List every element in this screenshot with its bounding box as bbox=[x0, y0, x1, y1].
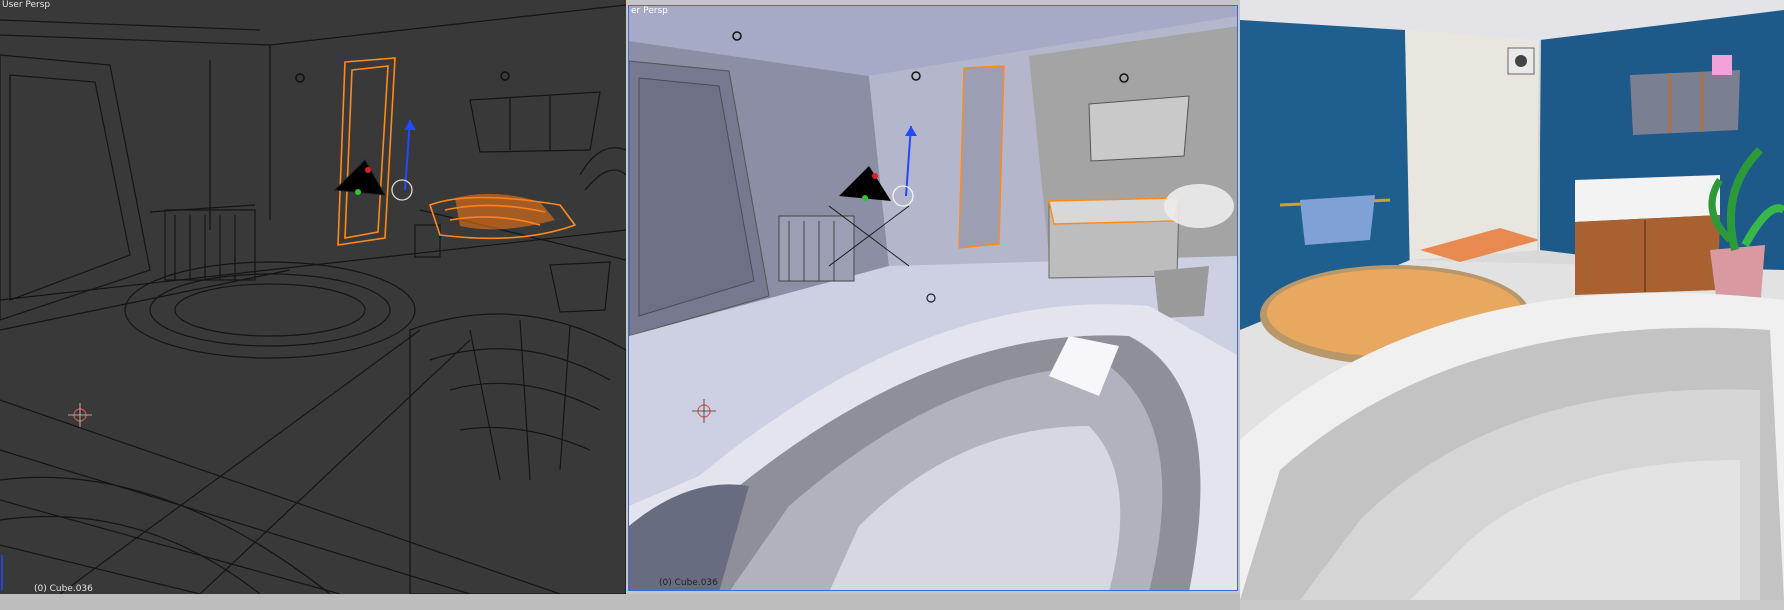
solid-viewport[interactable]: er Persp (0) Cube.036 bbox=[628, 5, 1238, 591]
object-info: (0) Cube.036 bbox=[34, 584, 93, 594]
viewport-label: er Persp bbox=[631, 6, 668, 16]
solid-scene bbox=[629, 6, 1237, 590]
render-scene bbox=[1240, 0, 1784, 600]
object-info: (0) Cube.036 bbox=[659, 578, 718, 588]
bottom-bar-right bbox=[1240, 600, 1784, 610]
wireframe-scene bbox=[0, 4, 626, 594]
wireframe-viewport[interactable]: User Persp (0) Cube.036 bbox=[0, 0, 626, 594]
render-viewport[interactable] bbox=[1240, 0, 1784, 600]
viewport-label: User Persp bbox=[2, 0, 51, 10]
